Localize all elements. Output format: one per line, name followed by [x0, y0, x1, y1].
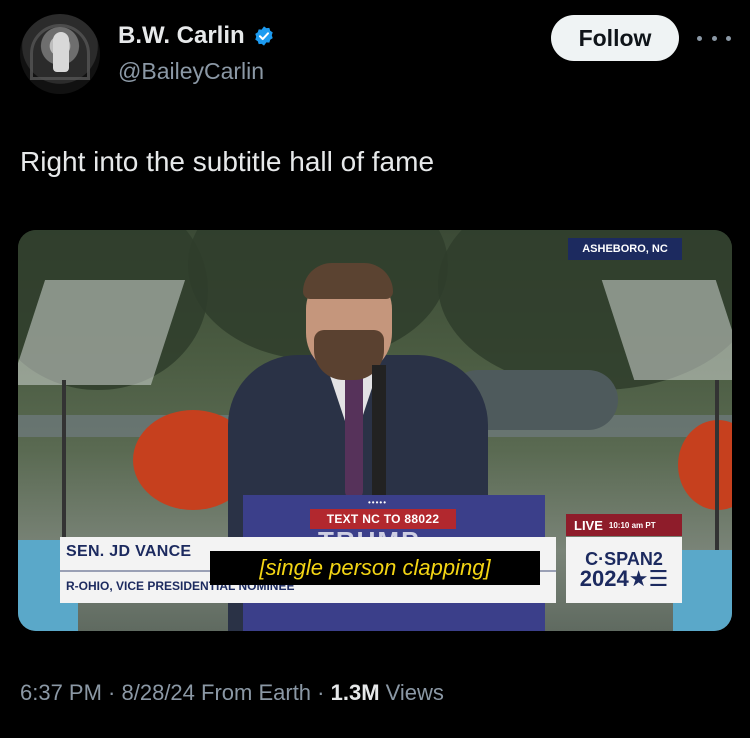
speaker-tie: [345, 370, 363, 500]
author-display-name[interactable]: B.W. Carlin: [118, 22, 245, 50]
tweet-media-video-frame[interactable]: ••••• TEXT NC TO 88022 TRUMP ASHEBORO, N…: [18, 230, 732, 631]
dot: [726, 35, 731, 41]
tweet-source: From Earth: [194, 680, 312, 705]
live-badge: LIVE 10:10 am PT: [566, 514, 682, 536]
avatar[interactable]: [20, 14, 100, 94]
tweet-time[interactable]: 6:37 PM: [20, 680, 102, 705]
live-time: 10:10 am PT: [608, 520, 656, 530]
dot: [711, 35, 717, 41]
live-label: LIVE: [574, 517, 603, 533]
author-name-row: B.W. Carlin: [118, 22, 275, 50]
separator: ·: [311, 680, 331, 705]
speaker-hair: [303, 263, 393, 299]
tweet-metadata: 6:37 PM · 8/28/24 From Earth · 1.3M View…: [20, 680, 444, 706]
views-count[interactable]: 1.3M: [331, 680, 380, 705]
location-tag: ASHEBORO, NC: [568, 238, 682, 260]
avatar-figure-shape: [53, 32, 69, 72]
verified-badge-icon: [254, 26, 273, 46]
more-horizontal-icon[interactable]: [697, 26, 731, 50]
network-logo-line2: 2024★☰: [579, 566, 669, 591]
podium-stars: •••••: [368, 498, 388, 507]
tweet-date[interactable]: 8/28/24: [122, 680, 195, 705]
network-logo: C·SPAN2 2024★☰: [566, 537, 682, 603]
dot: [697, 35, 702, 41]
lower-third-name: SEN. JD VANCE: [66, 543, 192, 560]
author-handle[interactable]: @BaileyCarlin: [118, 58, 264, 85]
tweet-text: Right into the subtitle hall of fame: [20, 146, 435, 177]
closed-caption: [single person clapping]: [210, 551, 540, 585]
views-label: Views: [379, 680, 444, 705]
follow-button[interactable]: Follow: [551, 15, 679, 61]
separator: ·: [101, 680, 122, 705]
